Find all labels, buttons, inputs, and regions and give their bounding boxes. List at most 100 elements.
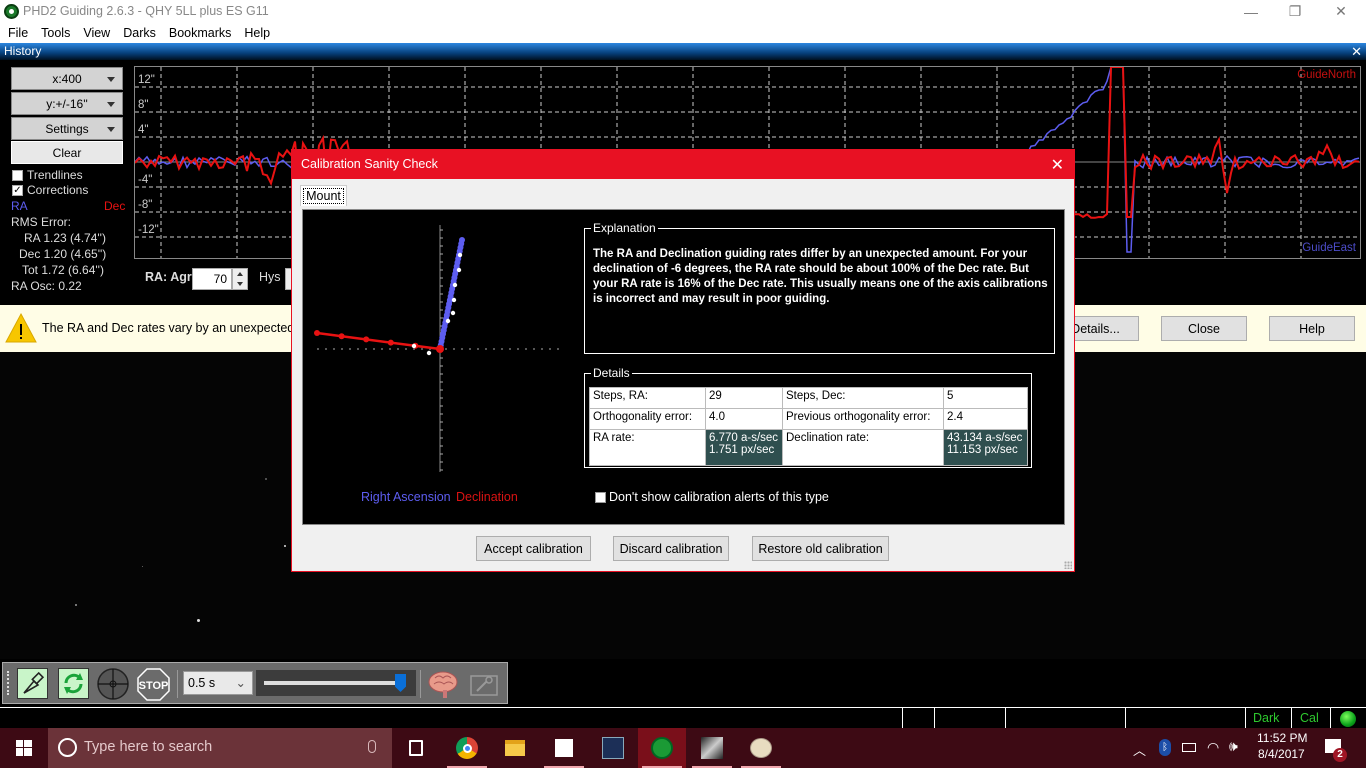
steps-dec-label: Steps, Dec: (782, 387, 944, 409)
taskbar-paint[interactable] (737, 728, 785, 768)
rms-error-title: RMS Error: (11, 215, 71, 229)
ra-calibration-point (459, 237, 465, 243)
trendlines-checkbox[interactable] (12, 170, 23, 181)
clock-date[interactable]: 8/4/2017 (1258, 747, 1305, 761)
cal-status: Cal (1300, 711, 1319, 725)
ra-aggressiveness-spinner[interactable] (232, 268, 248, 290)
brain-button[interactable] (427, 668, 458, 699)
dialog-close-button[interactable]: ✕ (1051, 155, 1064, 175)
exposure-dropdown[interactable]: 0.5 s ⌄ (183, 671, 253, 695)
dropdown-arrow-icon (107, 102, 115, 107)
settings-dropdown[interactable]: Settings (11, 117, 123, 140)
taskbar-search-box[interactable]: Type here to search (48, 728, 392, 768)
clock-time[interactable]: 11:52 PM (1257, 731, 1307, 745)
connect-gear-button[interactable] (17, 668, 48, 699)
slider-thumb[interactable] (395, 674, 406, 692)
ortho-error-label: Orthogonality error: (589, 408, 706, 430)
taskbar-chrome[interactable] (443, 728, 491, 768)
info-help-button[interactable]: Help (1269, 316, 1355, 341)
taskbar-store[interactable] (540, 728, 588, 768)
spin-up-icon[interactable] (237, 272, 243, 276)
taskbar-file-explorer[interactable] (491, 728, 539, 768)
discard-calibration-button[interactable]: Discard calibration (613, 536, 729, 561)
dec-calibration-point (387, 339, 394, 346)
cam-settings-button[interactable] (467, 668, 498, 699)
loop-arrows-icon (64, 673, 83, 694)
dec-calibration-point (314, 330, 320, 336)
menu-tools[interactable]: Tools (41, 26, 77, 40)
status-divider (934, 708, 935, 729)
taskbar-phd2[interactable] (638, 728, 686, 768)
ra-aggressiveness-input[interactable]: 70 (192, 268, 232, 290)
start-button[interactable] (0, 728, 48, 768)
microphone-icon[interactable] (368, 740, 376, 753)
corrections-label: Corrections (27, 183, 89, 197)
status-divider (1005, 708, 1006, 729)
gamma-slider[interactable] (256, 670, 416, 696)
menu-view[interactable]: View (83, 26, 117, 40)
connection-led-icon (1340, 711, 1356, 727)
brain-icon (428, 671, 458, 698)
clear-button[interactable]: Clear (11, 141, 123, 164)
chrome-icon (456, 737, 478, 759)
volume-icon[interactable]: 🕪 (1229, 738, 1238, 755)
details-table: Steps, RA: 29 Steps, Dec: 5 Orthogonalit… (589, 387, 1028, 466)
history-pane-title: History ✕ (0, 43, 1366, 60)
stop-button[interactable]: STOP (137, 668, 170, 701)
crosshair-icon (97, 668, 129, 700)
stop-sign-icon: STOP (137, 668, 170, 701)
legend-declination: Declination (456, 490, 518, 504)
y-scale-dropdown[interactable]: y:+/-16'' (11, 92, 123, 115)
restore-old-calibration-button[interactable]: Restore old calibration (752, 536, 889, 561)
legend-ra: RA (11, 199, 28, 213)
accept-calibration-button[interactable]: Accept calibration (476, 536, 591, 561)
tab-mount[interactable]: Mount (300, 185, 347, 206)
guide-button[interactable] (97, 668, 129, 700)
loop-button[interactable] (58, 668, 89, 699)
menu-bookmarks[interactable]: Bookmarks (169, 26, 239, 40)
dont-show-alerts-checkbox[interactable] (595, 492, 606, 503)
corrections-checkbox[interactable]: ✓ (12, 185, 23, 196)
calibration-panel: Right Ascension Declination Explanation … (302, 209, 1065, 525)
ra-rate-label: RA rate: (589, 429, 706, 466)
status-divider (902, 708, 903, 729)
ra-osc: RA Osc: 0.22 (11, 279, 82, 293)
status-divider (1125, 708, 1126, 729)
folder-icon (505, 740, 525, 756)
spin-down-icon[interactable] (237, 282, 243, 286)
x-scale-label: x:400 (52, 71, 82, 86)
store-icon (555, 739, 573, 757)
show-hidden-icons-chevron[interactable]: ︿ (1133, 740, 1146, 759)
dont-show-alerts-label[interactable]: Don't show calibration alerts of this ty… (609, 490, 829, 504)
bluetooth-icon[interactable]: ᛒ (1159, 739, 1171, 756)
wifi-icon[interactable]: ◠ (1207, 739, 1219, 756)
origin-point (436, 345, 444, 353)
dropdown-arrow-icon (107, 77, 115, 82)
return-point (456, 267, 462, 273)
calibration-plot (314, 225, 559, 472)
warning-icon (5, 312, 37, 343)
task-view-button[interactable] (392, 728, 440, 768)
toolbar-grip[interactable] (7, 671, 9, 695)
taskbar-image-app[interactable] (688, 728, 736, 768)
x-scale-dropdown[interactable]: x:400 (11, 67, 123, 90)
details-label: Details (591, 366, 632, 380)
taskbar-astro-app[interactable] (589, 728, 637, 768)
minimize-button[interactable]: — (1228, 0, 1274, 23)
menu-darks[interactable]: Darks (123, 26, 163, 40)
star (142, 566, 143, 567)
resize-grip[interactable] (1064, 561, 1072, 569)
history-close-icon[interactable]: ✕ (1351, 43, 1362, 60)
return-point (450, 310, 456, 316)
y-scale-label: y:+/-16'' (46, 96, 88, 111)
menu-help[interactable]: Help (244, 26, 277, 40)
battery-icon[interactable] (1182, 743, 1196, 752)
restore-button[interactable]: ❐ (1272, 0, 1318, 23)
close-window-button[interactable]: ✕ (1318, 0, 1364, 23)
info-close-button[interactable]: Close (1161, 316, 1247, 341)
table-row: Steps, RA: 29 Steps, Dec: 5 (589, 387, 1028, 409)
dialog-title-bar[interactable]: Calibration Sanity Check ✕ (292, 150, 1074, 179)
menu-file[interactable]: File (8, 26, 35, 40)
ra-rate-arcsec: 6.770 a-s/sec (709, 432, 779, 444)
settings-label: Settings (45, 121, 89, 136)
